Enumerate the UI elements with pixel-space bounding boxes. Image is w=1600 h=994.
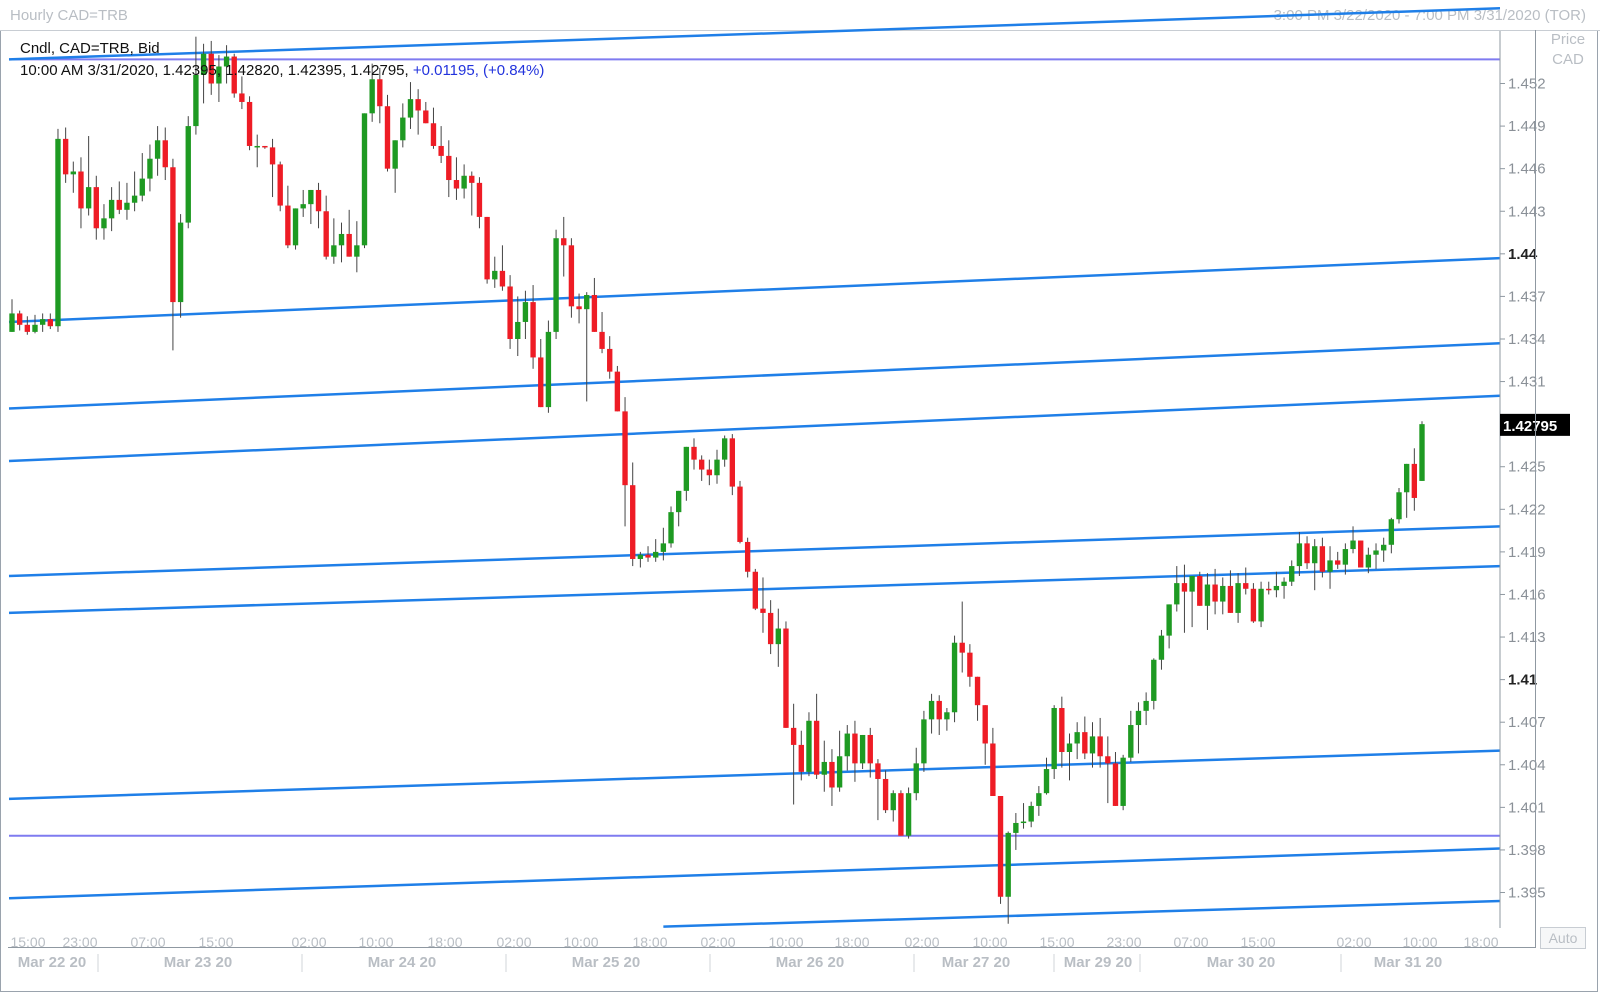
date-tick-label: Mar 31 20 xyxy=(1374,954,1442,971)
date-tick-label: Mar 30 20 xyxy=(1207,954,1275,971)
ohlc-values: 10:00 AM 3/31/2020, 1.42395, 1.42820, 1.… xyxy=(20,62,409,79)
price-axis-header: Price CAD xyxy=(1538,30,1598,70)
ohlc-change: +0.01195, (+0.84%) xyxy=(412,62,545,79)
date-tick-label: Mar 25 20 xyxy=(572,954,640,971)
plot-area[interactable] xyxy=(8,30,1536,948)
series-name: Cndl, CAD=TRB, Bid xyxy=(20,40,160,57)
date-tick-label: Mar 24 20 xyxy=(368,954,436,971)
date-tick-label: Mar 29 20 xyxy=(1064,954,1132,971)
price-axis-title: Price xyxy=(1550,31,1586,48)
date-tick-label: Mar 22 20 xyxy=(18,954,86,971)
auto-scale-button[interactable]: Auto xyxy=(1540,927,1586,949)
date-tick-label: Mar 23 20 xyxy=(164,954,232,971)
date-tick-label: Mar 26 20 xyxy=(776,954,844,971)
price-axis-currency: CAD xyxy=(1552,51,1584,68)
series-ohlc: 10:00 AM 3/31/2020, 1.42395, 1.42820, 1.… xyxy=(20,60,544,82)
series-legend: Cndl, CAD=TRB, Bid 10:00 AM 3/31/2020, 1… xyxy=(20,38,544,82)
date-tick-label: Mar 27 20 xyxy=(942,954,1010,971)
